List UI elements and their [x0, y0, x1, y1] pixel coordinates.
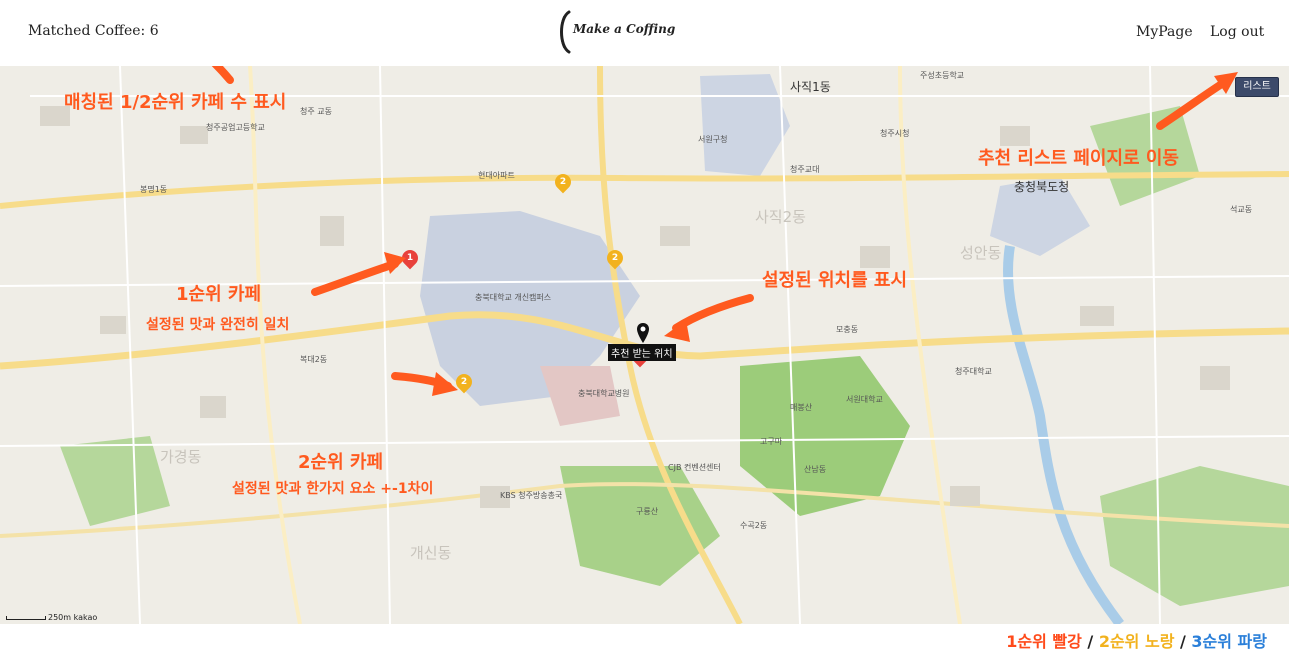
arrow-to-rank1 [311, 260, 399, 296]
matched-coffee-number: 6 [149, 23, 159, 39]
legend-rank1: 1순위 빨강 [1006, 632, 1082, 651]
arrowhead-rank2 [432, 372, 458, 396]
logout-link[interactable]: Log out [1210, 24, 1264, 40]
arrow-to-list-button [1156, 76, 1232, 130]
map-view[interactable]: 사직1동 청주 교동 서원구청 충청북도청 사직2동 청주대학교 충북대학교 개… [0, 66, 1289, 624]
annotation-rank1-detail: 설정된 맛과 완전히 일치 [146, 317, 290, 333]
annotation-rank2-detail: 설정된 맛과 한가지 요소 +-1차이 [232, 481, 434, 497]
logo-text: Make a Coffing [573, 22, 676, 36]
arrowhead-rank1 [384, 252, 406, 274]
legend-separator: / [1081, 632, 1099, 651]
annotation-rank2: 2순위 카페 [298, 452, 384, 473]
rank-color-legend: 1순위 빨강 / 2순위 노랑 / 3순위 파랑 [1006, 628, 1267, 651]
arrow-to-matched-count [211, 66, 234, 84]
matched-coffee-label: Matched Coffee: [28, 23, 146, 39]
arrow-to-location [672, 294, 754, 332]
annotation-rank1: 1순위 카페 [176, 284, 262, 305]
annotation-list-page: 추천 리스트 페이지로 이동 [978, 148, 1179, 169]
mypage-link[interactable]: MyPage [1136, 24, 1193, 40]
legend-rank3: 3순위 파랑 [1191, 632, 1267, 651]
legend-rank2: 2순위 노랑 [1098, 632, 1175, 651]
legend-separator: / [1174, 632, 1192, 651]
app-logo[interactable]: Make a Coffing [555, 8, 685, 56]
annotation-matched-count: 매칭된 1/2순위 카페 수 표시 [64, 92, 287, 113]
matched-coffee-count: Matched Coffee: 6 [28, 23, 159, 39]
top-navbar: Matched Coffee: 6 Make a Coffing MyPage … [0, 0, 1289, 66]
annotation-location: 설정된 위치를 표시 [762, 270, 908, 291]
